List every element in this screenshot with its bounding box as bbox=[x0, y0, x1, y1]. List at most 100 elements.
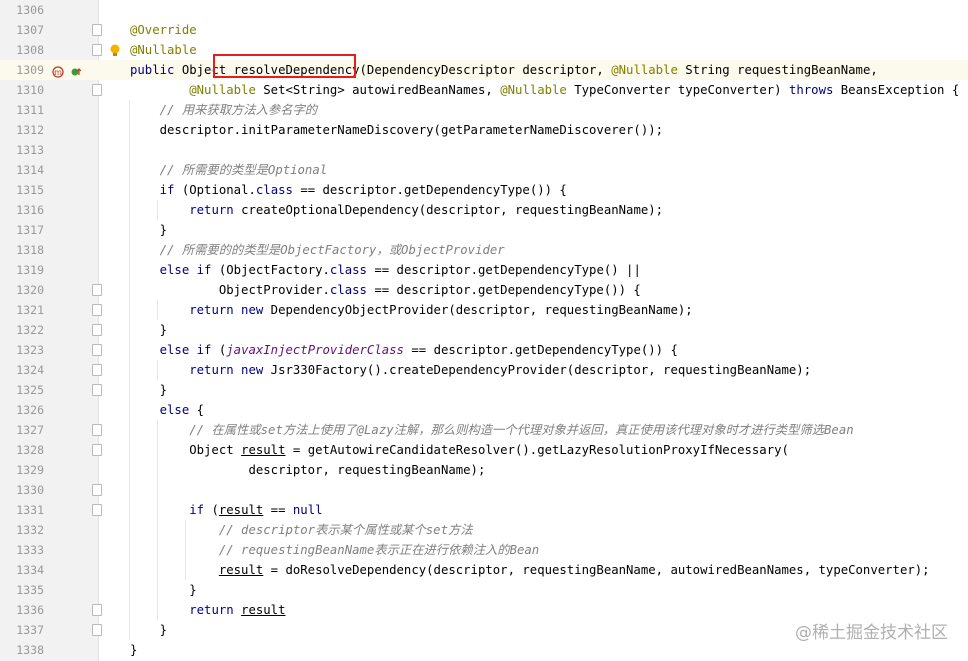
code-line[interactable]: // 所需要的的类型是ObjectFactory，或ObjectProvider bbox=[130, 240, 505, 260]
code-line[interactable]: else if (ObjectFactory.class == descript… bbox=[130, 260, 641, 280]
line-number[interactable]: 1330 bbox=[14, 480, 44, 500]
line-number[interactable]: 1335 bbox=[14, 580, 44, 600]
code-token: } bbox=[130, 643, 138, 657]
code-line[interactable]: return createOptionalDependency(descript… bbox=[130, 200, 663, 220]
code-line[interactable]: if (result == null bbox=[130, 500, 323, 520]
fold-marker-icon[interactable] bbox=[92, 624, 102, 636]
code-line[interactable]: } bbox=[130, 580, 196, 600]
fold-marker-icon[interactable] bbox=[92, 24, 102, 36]
code-line[interactable]: else { bbox=[130, 400, 204, 420]
line-number[interactable]: 1325 bbox=[14, 380, 44, 400]
code-line[interactable]: @Override bbox=[130, 20, 197, 40]
fold-marker-icon[interactable] bbox=[92, 304, 102, 316]
fold-marker-icon[interactable] bbox=[92, 284, 102, 296]
code-token: if bbox=[189, 503, 212, 517]
line-number[interactable]: 1309 bbox=[14, 60, 44, 80]
code-line[interactable]: else if (javaxInjectProviderClass == des… bbox=[130, 340, 678, 360]
line-number[interactable]: 1314 bbox=[14, 160, 44, 180]
line-number[interactable]: 1320 bbox=[14, 280, 44, 300]
code-line[interactable]: if (Optional.class == descriptor.getDepe… bbox=[130, 180, 567, 200]
code-line[interactable]: } bbox=[130, 640, 137, 660]
code-line[interactable]: } bbox=[130, 380, 167, 400]
line-number[interactable]: 1311 bbox=[14, 100, 44, 120]
code-line[interactable]: } bbox=[130, 320, 167, 340]
line-number[interactable]: 1334 bbox=[14, 560, 44, 580]
line-number[interactable]: 1315 bbox=[14, 180, 44, 200]
line-number[interactable]: 1322 bbox=[14, 320, 44, 340]
code-line[interactable]: } bbox=[130, 620, 167, 640]
code-line[interactable]: descriptor, requestingBeanName); bbox=[130, 460, 485, 480]
code-line[interactable]: result = doResolveDependency(descriptor,… bbox=[130, 560, 930, 580]
fold-marker-icon[interactable] bbox=[92, 384, 102, 396]
code-token: } bbox=[130, 623, 168, 637]
code-line[interactable]: // 用来获取方法入参名字的 bbox=[130, 100, 317, 120]
code-line[interactable]: return new DependencyObjectProvider(desc… bbox=[130, 300, 692, 320]
line-number[interactable]: 1307 bbox=[14, 20, 44, 40]
fold-marker-icon[interactable] bbox=[92, 84, 102, 96]
code-line[interactable]: ObjectProvider.class == descriptor.getDe… bbox=[130, 280, 641, 300]
fold-marker-icon[interactable] bbox=[92, 44, 102, 56]
fold-marker-icon[interactable] bbox=[92, 324, 102, 336]
line-number[interactable]: 1323 bbox=[14, 340, 44, 360]
line-number[interactable]: 1313 bbox=[14, 140, 44, 160]
line-number[interactable]: 1333 bbox=[14, 540, 44, 560]
code-token: TypeConverter typeConverter) bbox=[574, 83, 789, 97]
line-number[interactable]: 1316 bbox=[14, 200, 44, 220]
code-line[interactable]: return result bbox=[130, 600, 285, 620]
line-number[interactable]: 1318 bbox=[14, 240, 44, 260]
fold-marker-icon[interactable] bbox=[92, 484, 102, 496]
svg-text:m: m bbox=[54, 68, 62, 77]
code-line[interactable]: // 所需要的类型是Optional bbox=[130, 160, 328, 180]
code-token: Set<String> autowiredBeanNames, bbox=[263, 83, 501, 97]
implemented-method-icon[interactable] bbox=[70, 63, 82, 76]
fold-marker-icon[interactable] bbox=[92, 424, 102, 436]
line-number[interactable]: 1336 bbox=[14, 600, 44, 620]
line-number[interactable]: 1317 bbox=[14, 220, 44, 240]
code-line[interactable]: @Nullable bbox=[130, 40, 197, 60]
line-number[interactable]: 1321 bbox=[14, 300, 44, 320]
code-line[interactable]: // requestingBeanName表示正在进行依赖注入的Bean bbox=[130, 540, 539, 560]
line-number[interactable]: 1308 bbox=[14, 40, 44, 60]
code-token: throws bbox=[788, 83, 841, 97]
code-token: // 用来获取方法入参名字的 bbox=[159, 103, 318, 117]
code-token: // requestingBeanName表示正在进行依赖注入的Bean bbox=[218, 543, 540, 557]
bulb-icon[interactable] bbox=[109, 43, 121, 56]
code-line[interactable]: Object result = getAutowireCandidateReso… bbox=[130, 440, 789, 460]
fold-marker-icon[interactable] bbox=[92, 604, 102, 616]
code-line[interactable]: // 在属性或set方法上使用了@Lazy注解，那么则构造一个代理对象并返回，真… bbox=[130, 420, 853, 440]
fold-marker-icon[interactable] bbox=[92, 504, 102, 516]
code-line[interactable]: } bbox=[130, 220, 167, 240]
code-line[interactable]: return new Jsr330Factory().createDepende… bbox=[130, 360, 811, 380]
line-number[interactable]: 1319 bbox=[14, 260, 44, 280]
fold-marker-icon[interactable] bbox=[92, 444, 102, 456]
code-token: descriptor.initParameterNameDiscovery(ge… bbox=[130, 123, 664, 137]
fold-marker-icon[interactable] bbox=[92, 344, 102, 356]
line-number[interactable]: 1312 bbox=[14, 120, 44, 140]
line-number[interactable]: 1338 bbox=[14, 640, 44, 660]
code-token: null bbox=[292, 503, 323, 517]
line-number[interactable]: 1331 bbox=[14, 500, 44, 520]
line-number[interactable]: 1306 bbox=[14, 0, 44, 20]
code-token: descriptor, requestingBeanName); bbox=[130, 463, 486, 477]
line-number[interactable]: 1332 bbox=[14, 520, 44, 540]
code-token: } bbox=[130, 383, 168, 397]
line-number[interactable]: 1310 bbox=[14, 80, 44, 100]
line-number[interactable]: 1327 bbox=[14, 420, 44, 440]
code-line[interactable]: @Nullable Set<String> autowiredBeanNames… bbox=[130, 80, 959, 100]
line-number[interactable]: 1328 bbox=[14, 440, 44, 460]
fold-marker-icon[interactable] bbox=[92, 364, 102, 376]
line-number[interactable]: 1326 bbox=[14, 400, 44, 420]
code-token: == descriptor.getDependencyType()) { bbox=[300, 183, 567, 197]
line-number[interactable]: 1337 bbox=[14, 620, 44, 640]
code-line[interactable]: // descriptor表示某个属性或某个set方法 bbox=[130, 520, 473, 540]
override-method-icon[interactable]: m bbox=[52, 63, 64, 78]
code-line[interactable]: descriptor.initParameterNameDiscovery(ge… bbox=[130, 120, 663, 140]
line-number[interactable]: 1329 bbox=[14, 460, 44, 480]
code-token: class bbox=[329, 263, 375, 277]
line-number[interactable]: 1324 bbox=[14, 360, 44, 380]
